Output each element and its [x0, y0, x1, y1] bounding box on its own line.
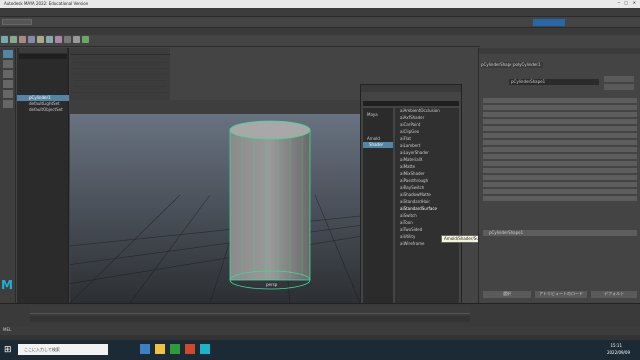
list-item[interactable]: aiMatte — [395, 164, 459, 171]
list-item[interactable]: aiAmbientOcclusion — [395, 108, 459, 115]
mel-label: MEL — [3, 327, 12, 332]
presets-button[interactable] — [604, 84, 634, 90]
list-item[interactable]: aiClipGeo — [395, 129, 459, 136]
list-item[interactable]: aiMixShader — [395, 171, 459, 178]
taskbar: ⊞ ここに入力して検索 15:11 2022/09/09 — [0, 340, 640, 360]
viewport-canvas[interactable]: persp — [29, 100, 401, 304]
list-item[interactable]: aiShadowMatte — [395, 192, 459, 199]
section-header[interactable] — [483, 147, 637, 152]
section-header[interactable] — [483, 133, 637, 138]
taskbar-maya-icon[interactable] — [200, 344, 210, 354]
window-title: Autodesk MAYA 2022: Educational Version — [4, 1, 89, 6]
move-tool-icon[interactable] — [3, 80, 13, 88]
outliner: pCylinder1 defaultLightSet defaultObject… — [17, 48, 69, 303]
outliner-menubar[interactable] — [19, 48, 67, 53]
list-item[interactable]: aiSwitch — [395, 213, 459, 220]
select-button[interactable]: 選択 — [483, 291, 531, 298]
shelf-tabs[interactable] — [0, 28, 640, 35]
timeline[interactable] — [0, 303, 640, 327]
tab-pcylindershape1[interactable]: pCylinderShape1 — [481, 62, 511, 68]
load-attributes-button[interactable]: アトリビュートのロード — [535, 291, 587, 298]
clock-time: 15:11 — [610, 343, 622, 348]
list-item[interactable]: aiPassthrough — [395, 178, 459, 185]
rotate-tool-icon[interactable] — [3, 90, 13, 98]
taskbar-app-icon[interactable] — [155, 344, 165, 354]
minimize-button[interactable]: ─ — [618, 0, 620, 6]
focus-button[interactable] — [604, 76, 634, 82]
command-line[interactable]: MEL — [0, 327, 640, 335]
tab-polycylinder1[interactable]: polyCylinder1 — [513, 62, 543, 68]
list-item[interactable]: aiLayerShader — [395, 150, 459, 157]
list-item[interactable]: aiToon — [395, 220, 459, 227]
clock-date: 2022/09/09 — [606, 350, 630, 355]
dialog-search-input[interactable] — [363, 101, 459, 106]
viewport-3d[interactable]: persp — [29, 100, 401, 304]
list-item[interactable]: aiCarPaint — [395, 122, 459, 129]
menu-set-dropdown[interactable] — [2, 19, 32, 25]
outliner-search-input[interactable] — [19, 54, 67, 59]
maya-logo-icon: M — [1, 278, 13, 292]
outliner-item-objectset[interactable]: defaultObjectSet — [17, 107, 69, 113]
list-item[interactable] — [17, 60, 69, 67]
maximize-button[interactable]: □ — [624, 0, 628, 6]
taskbar-search-input[interactable]: ここに入力して検索 — [18, 344, 108, 355]
section-header[interactable] — [483, 98, 637, 103]
channel-list[interactable] — [74, 57, 166, 97]
section-header[interactable] — [483, 140, 637, 145]
scale-tool-icon[interactable] — [3, 100, 13, 108]
node-header-bottom[interactable]: pCylinderShape1 — [483, 230, 637, 236]
section-header[interactable] — [483, 112, 637, 117]
paint-tool-icon[interactable] — [3, 70, 13, 78]
list-item[interactable] — [17, 67, 69, 74]
list-item[interactable]: aiRaySwitch — [395, 185, 459, 192]
title-bar: Autodesk MAYA 2022: Educational Version … — [0, 0, 640, 8]
windows-start-icon[interactable]: ⊞ — [4, 345, 12, 355]
section-header[interactable] — [483, 196, 637, 201]
sign-in-button[interactable] — [533, 19, 565, 26]
list-item[interactable]: aiStandardHair — [395, 199, 459, 206]
lasso-tool-icon[interactable] — [3, 60, 13, 68]
list-item[interactable]: aiAxfShader — [395, 115, 459, 122]
section-header[interactable] — [483, 168, 637, 173]
dialog-titlebar[interactable] — [361, 85, 461, 92]
section-header[interactable] — [483, 161, 637, 166]
section-header[interactable] — [483, 175, 637, 180]
shelf[interactable] — [0, 35, 480, 47]
shape-name-field[interactable]: pCylinderShape1 — [509, 79, 599, 85]
status-line — [0, 17, 640, 28]
list-item[interactable] — [17, 81, 69, 88]
taskbar-app-icon[interactable] — [140, 344, 150, 354]
node-list: aiAmbientOcclusion aiAxfShader aiCarPain… — [395, 108, 459, 328]
category-maya[interactable]: Maya — [363, 112, 393, 118]
attribute-editor: pCylinderShape1 polyCylinder1 pCylinderS… — [478, 48, 640, 303]
menu-bar[interactable] — [0, 8, 640, 17]
section-header[interactable] — [483, 126, 637, 131]
toolbox: M — [0, 48, 16, 303]
section-header[interactable] — [483, 119, 637, 124]
category-shader[interactable]: Shader — [363, 142, 393, 148]
list-item[interactable] — [17, 88, 69, 95]
range-slider[interactable] — [30, 316, 470, 322]
select-tool-icon[interactable] — [3, 50, 13, 58]
category-list: Maya Arnold Shader — [363, 108, 393, 328]
section-header[interactable] — [483, 182, 637, 187]
taskbar-app-icon[interactable] — [185, 344, 195, 354]
list-item[interactable]: aiMaterialX — [395, 157, 459, 164]
section-header[interactable] — [483, 105, 637, 110]
list-item[interactable] — [17, 74, 69, 81]
list-item[interactable]: aiLambert — [395, 143, 459, 150]
close-button[interactable]: ✕ — [633, 0, 636, 6]
section-header[interactable] — [483, 189, 637, 194]
section-header[interactable] — [483, 154, 637, 159]
list-item[interactable]: aiTwoSided — [395, 227, 459, 234]
camera-label: persp — [266, 282, 278, 287]
channel-box — [70, 48, 170, 100]
create-node-dialog: Maya Arnold Shader aiAmbientOcclusion ai… — [360, 84, 531, 339]
list-item-selected[interactable]: aiStandardSurface — [395, 206, 459, 213]
copy-tab-button[interactable]: デフォルト — [591, 291, 637, 298]
taskbar-app-icon[interactable] — [170, 344, 180, 354]
list-item[interactable]: aiFlat — [395, 136, 459, 143]
